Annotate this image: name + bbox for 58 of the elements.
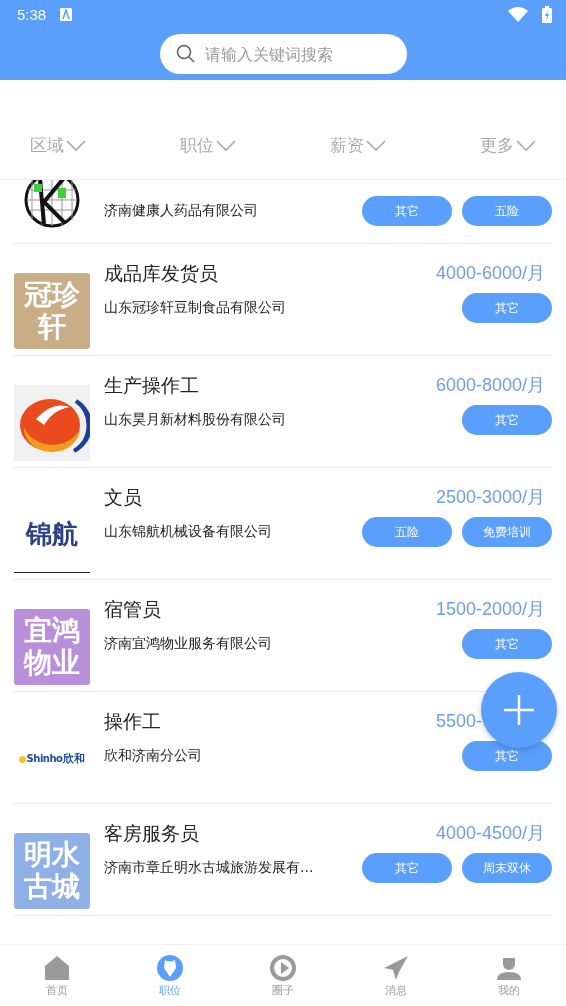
paper-plane-icon bbox=[382, 953, 411, 982]
job-tag: 五险 bbox=[362, 517, 452, 547]
filter-dropdown[interactable]: 职位 bbox=[180, 134, 236, 157]
job-tag: 其它 bbox=[362, 853, 452, 883]
job-tag: 其它 bbox=[462, 741, 552, 771]
company-name: 济南宜鸿物业服务有限公司 bbox=[104, 635, 272, 653]
salary: 1500-2000/月 bbox=[436, 598, 547, 621]
nav-tab[interactable]: 我的 bbox=[452, 945, 566, 1006]
wifi-icon bbox=[508, 6, 528, 22]
notification-icon bbox=[60, 7, 73, 21]
battery-icon bbox=[542, 5, 552, 23]
status-time: 5:38 bbox=[17, 5, 47, 23]
plus-icon bbox=[504, 695, 534, 725]
salary: 2500-3000/月 bbox=[436, 486, 547, 509]
play-circle-icon bbox=[269, 953, 297, 982]
job-tag: 五险 bbox=[462, 196, 552, 226]
shield-icon bbox=[155, 953, 184, 982]
chevron-down-icon bbox=[516, 139, 536, 152]
job-title: 宿管员 bbox=[104, 597, 161, 622]
company-name: 山东冠珍轩豆制食品有限公司 bbox=[104, 299, 286, 317]
job-tag: 周末双休 bbox=[462, 853, 552, 883]
salary: 4000-4500/月 bbox=[436, 822, 547, 845]
company-logo: 宜鸿 物业 bbox=[14, 609, 90, 685]
company-name: 济南健康人药品有限公司 bbox=[104, 202, 258, 220]
job-title: 操作工 bbox=[104, 709, 161, 734]
job-tag: 免费培训 bbox=[462, 517, 552, 547]
salary: 5500- bbox=[436, 710, 484, 732]
job-title: 客房服务员 bbox=[104, 821, 199, 846]
sun-icon bbox=[18, 755, 26, 763]
add-button[interactable] bbox=[481, 672, 557, 748]
job-tag: 其它 bbox=[462, 405, 552, 435]
company-logo: 明水 古城 bbox=[14, 833, 90, 909]
company-name: 山东昊月新材料股份有限公司 bbox=[104, 411, 286, 429]
job-tag: 其它 bbox=[462, 629, 552, 659]
chevron-down-icon bbox=[66, 139, 86, 152]
filter-dropdown[interactable]: 薪资 bbox=[330, 134, 386, 157]
chevron-down-icon bbox=[216, 139, 236, 152]
search-icon bbox=[175, 44, 195, 63]
job-title: 生产操作工 bbox=[104, 373, 199, 398]
job-tag: 其它 bbox=[362, 196, 452, 226]
nav-tab[interactable]: 圈子 bbox=[226, 945, 340, 1006]
company-name: 山东锦航机械设备有限公司 bbox=[104, 523, 272, 541]
job-tag: 其它 bbox=[462, 293, 552, 323]
job-title: 成品库发货员 bbox=[104, 261, 218, 286]
job-title: 文员 bbox=[104, 485, 142, 510]
filter-dropdown[interactable]: 更多 bbox=[480, 134, 536, 157]
nav-tab[interactable]: 职位 bbox=[113, 945, 227, 1006]
company-name: 欣和济南分公司 bbox=[104, 747, 202, 765]
nav-tab[interactable]: 消息 bbox=[339, 945, 453, 1006]
home-icon bbox=[42, 953, 71, 982]
company-name: 济南市章丘明水古城旅游发展有… bbox=[104, 859, 314, 877]
chevron-down-icon bbox=[366, 139, 386, 152]
salary: 6000-8000/月 bbox=[436, 374, 547, 397]
nav-tab[interactable]: 首页 bbox=[0, 945, 114, 1006]
company-logo: 冠珍 轩 bbox=[14, 273, 90, 349]
salary: 4000-6000/月 bbox=[436, 262, 547, 285]
search-field[interactable]: 请输入关键词搜索 bbox=[159, 34, 407, 74]
filter-dropdown[interactable]: 区域 bbox=[30, 134, 86, 157]
